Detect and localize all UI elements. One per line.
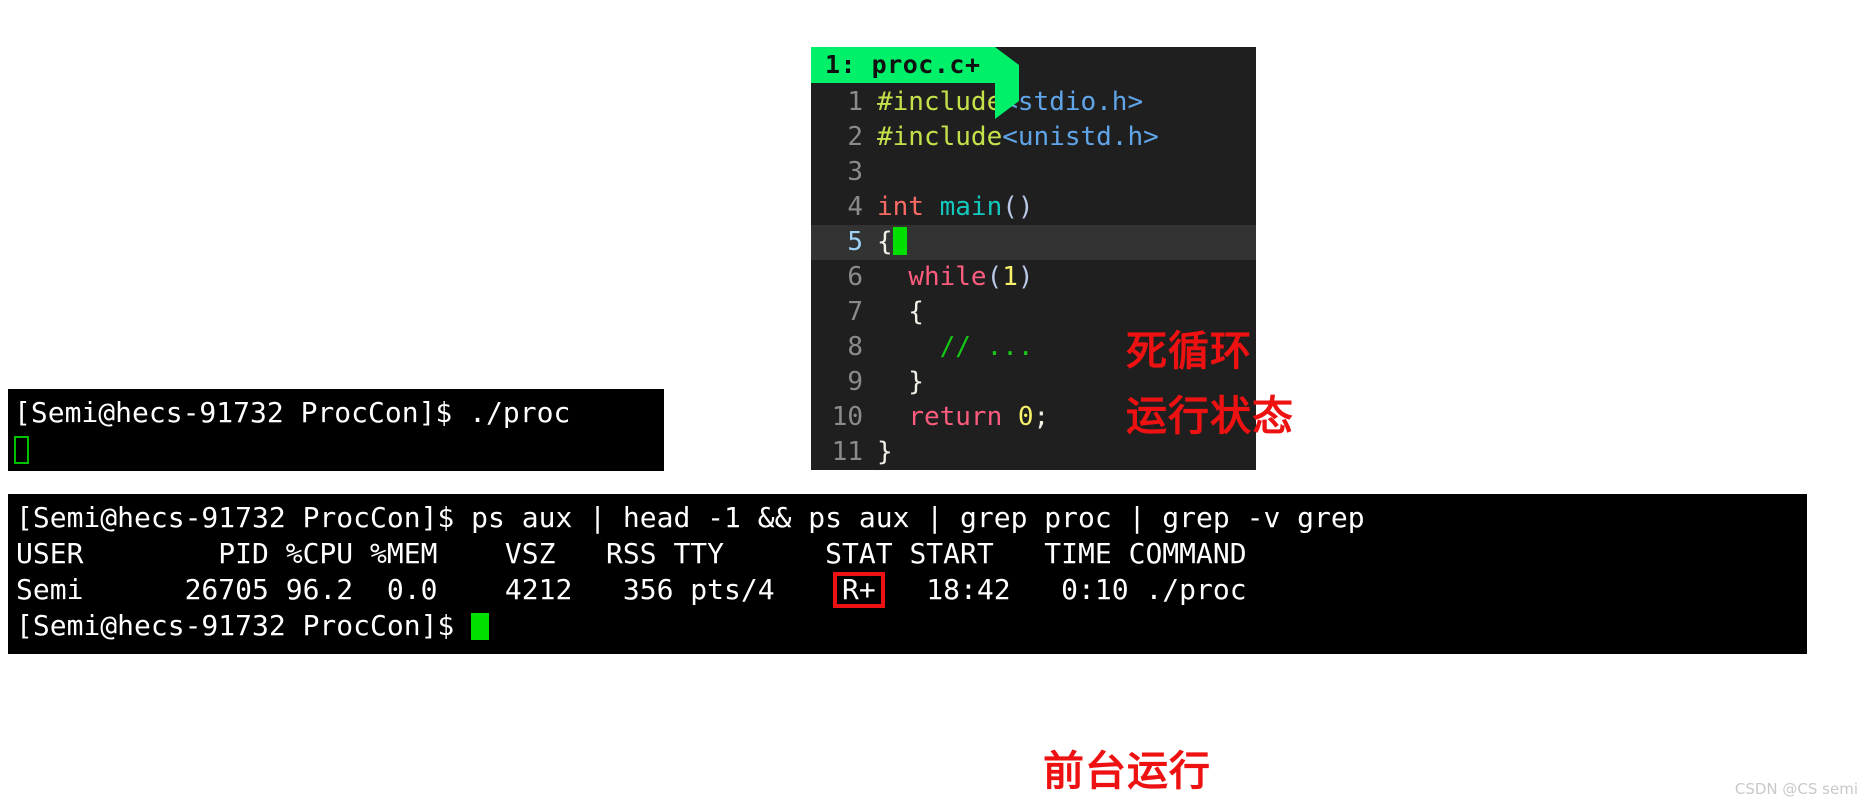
code-token: 0	[1017, 402, 1034, 432]
code-token: <unistd.h>	[1002, 122, 1159, 152]
terminal-ps-header-row: USER PID %CPU %MEM VSZ RSS TTY STAT STAR…	[16, 537, 1247, 570]
annotation-running-state: 运行状态	[1126, 392, 1294, 440]
code-line: 6 while(1)	[811, 260, 1256, 295]
code-text: // ...	[877, 330, 1034, 365]
line-number: 2	[847, 122, 863, 152]
code-text: int main()	[877, 190, 1034, 225]
final-prompt-text: [Semi@hecs-91732 ProcCon]$	[16, 609, 472, 642]
code-line: 5{	[811, 225, 1256, 260]
terminal-cursor-icon	[471, 613, 490, 640]
code-token: ;	[1033, 402, 1050, 432]
line-number: 9	[847, 367, 863, 397]
editor-tab-label: 1: proc.c+	[825, 50, 981, 79]
code-token: {	[877, 227, 893, 257]
code-text: }	[877, 435, 893, 470]
terminal-run-prompt-line: [Semi@hecs-91732 ProcCon]$ ./proc	[14, 396, 571, 429]
line-number: 11	[831, 437, 863, 467]
line-number: 3	[847, 157, 863, 187]
code-token: 1	[1002, 262, 1018, 292]
code-token: #include	[877, 87, 1003, 117]
line-number: 5	[847, 227, 863, 257]
editor-tabline: 1: proc.c+	[811, 47, 1256, 119]
terminal-ps-command-line: [Semi@hecs-91732 ProcCon]$ ps aux | head…	[16, 501, 1365, 534]
terminal-ps-data-row: Semi 26705 96.2 0.0 4212 356 pts/4 R+ 18…	[16, 572, 1807, 608]
code-token: int	[877, 192, 940, 222]
ps-row-prefix: Semi 26705 96.2 0.0 4212 356 pts/4	[16, 573, 843, 606]
annotation-foreground-run: 前台运行	[1043, 747, 1211, 795]
code-text: }	[877, 365, 924, 400]
line-number: 7	[847, 297, 863, 327]
code-token: main	[939, 192, 1003, 222]
code-token: ()	[1002, 192, 1034, 222]
code-token: }	[877, 437, 893, 467]
code-line: 4 int main()	[811, 190, 1256, 225]
line-number: 4	[847, 192, 863, 222]
line-number: 10	[831, 402, 863, 432]
annotation-infinite-loop: 死循环	[1126, 327, 1252, 375]
terminal-window-ps[interactable]: [Semi@hecs-91732 ProcCon]$ ps aux | head…	[8, 494, 1807, 654]
code-line: 1 #include<stdio.h>	[811, 85, 1256, 120]
terminal-run-cursor-line	[14, 431, 664, 467]
code-text: return 0;	[877, 400, 1049, 435]
editor-tab-proc-c[interactable]: 1: proc.c+	[811, 47, 995, 83]
line-number: 1	[847, 87, 863, 117]
code-token: )	[1017, 262, 1034, 292]
line-number: 8	[847, 332, 863, 362]
code-text: {	[877, 295, 924, 330]
code-line: 2 #include<unistd.h>	[811, 120, 1256, 155]
code-line: 3	[811, 155, 1256, 190]
terminal-cursor-icon	[14, 436, 29, 464]
code-token: {	[877, 297, 924, 327]
watermark: CSDN @CS semi	[1734, 780, 1858, 798]
code-token: }	[877, 367, 924, 397]
editor-cursor-icon	[892, 227, 907, 255]
code-token: #include	[877, 122, 1003, 152]
code-token: return	[908, 402, 1018, 432]
code-text: #include<unistd.h>	[877, 120, 1159, 155]
code-text: {	[877, 225, 907, 260]
code-token: (	[986, 262, 1003, 292]
code-text: while(1)	[877, 260, 1034, 295]
code-token: while	[908, 262, 987, 292]
terminal-ps-final-prompt: [Semi@hecs-91732 ProcCon]$	[16, 608, 1807, 644]
tab-arrow-icon	[995, 47, 1019, 119]
ps-row-suffix: 18:42 0:10 ./proc	[875, 573, 1247, 606]
line-number: 6	[847, 262, 863, 292]
code-token: <stdio.h>	[1002, 87, 1144, 117]
terminal-window-run[interactable]: [Semi@hecs-91732 ProcCon]$ ./proc	[8, 389, 664, 471]
code-token: // ...	[877, 332, 1034, 362]
